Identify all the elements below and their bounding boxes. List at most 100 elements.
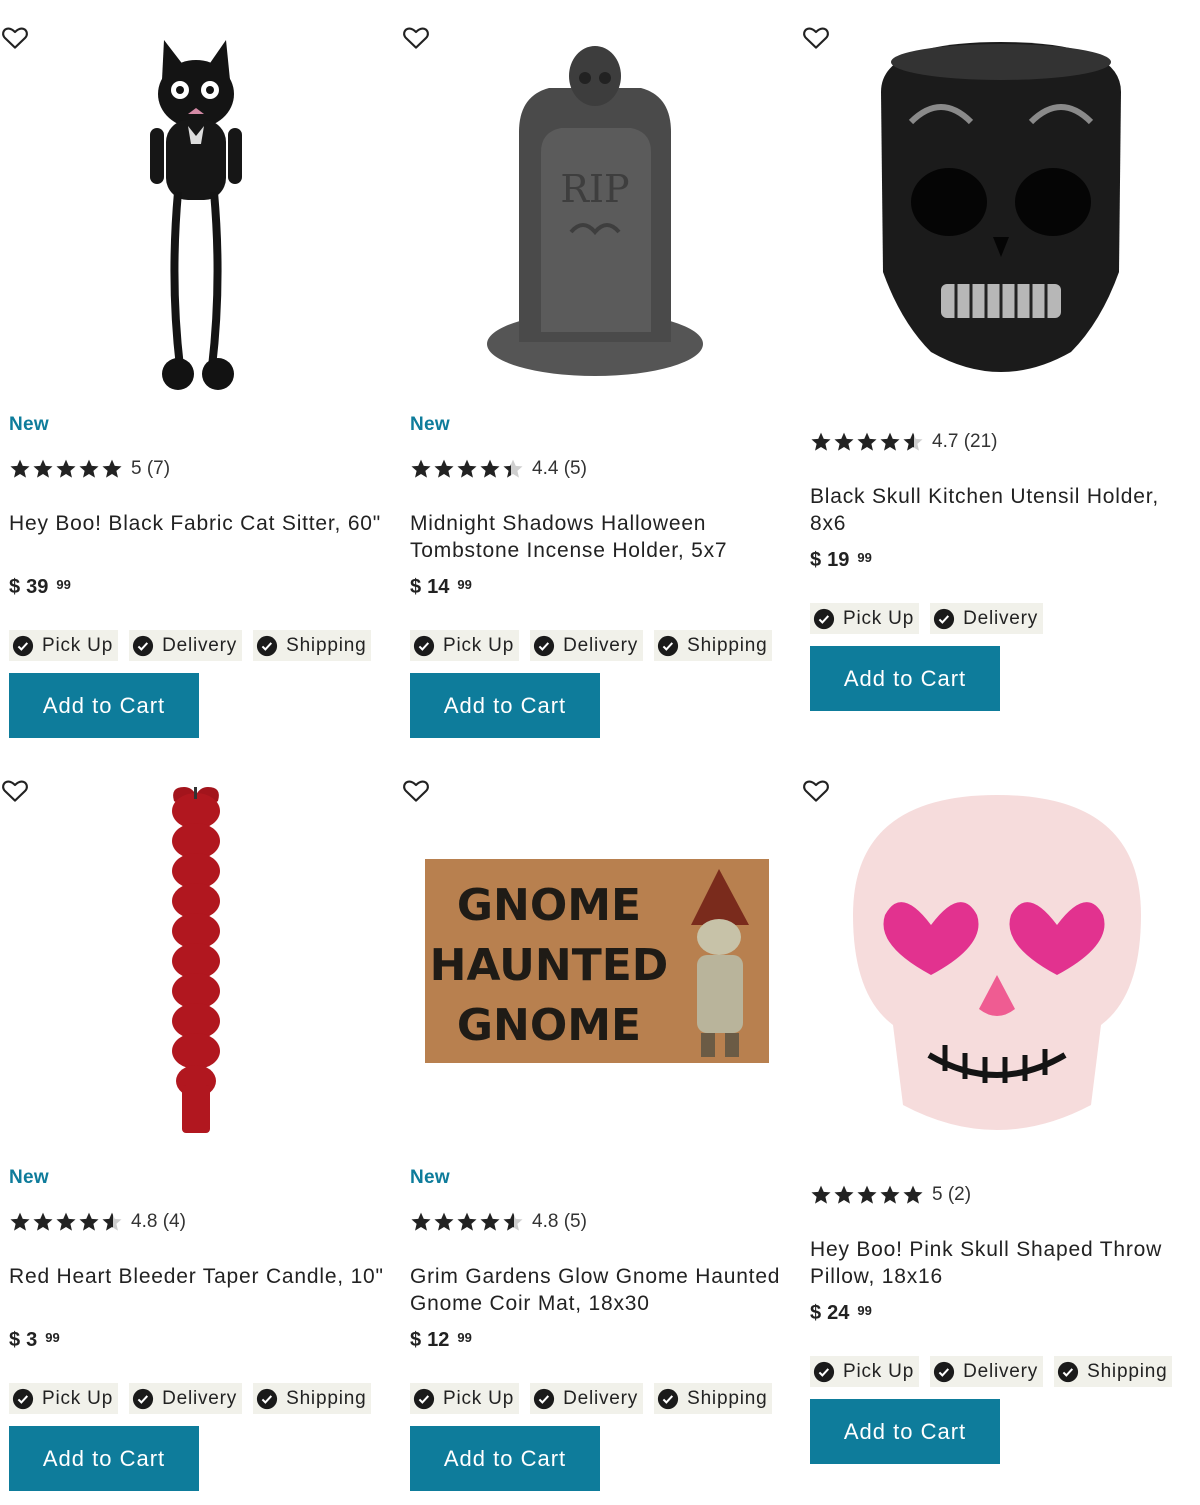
- star-icon: [903, 1185, 923, 1204]
- price-cents: 99: [457, 1330, 472, 1345]
- product-title[interactable]: Hey Boo! Pink Skull Shaped Throw Pillow,…: [810, 1236, 1186, 1290]
- price-dollars: 14: [427, 576, 450, 598]
- price-cents: 99: [457, 577, 472, 592]
- add-to-cart-button[interactable]: Add to Cart: [9, 673, 199, 738]
- rating-text: 5 (2): [932, 1184, 972, 1205]
- star-icon: [10, 459, 30, 478]
- product-image[interactable]: RIP: [401, 22, 786, 392]
- star-icon: [811, 1185, 831, 1204]
- star-icon: [834, 1185, 854, 1204]
- new-badge: New: [9, 1167, 49, 1188]
- heart-icon[interactable]: [401, 22, 431, 52]
- fulfillment-delivery: Delivery: [530, 1383, 644, 1414]
- fulfillment-options: Pick Up Delivery Shipping: [410, 1383, 786, 1414]
- price-currency: $: [410, 576, 422, 598]
- product-title[interactable]: Hey Boo! Black Fabric Cat Sitter, 60": [9, 510, 385, 564]
- product-title[interactable]: Black Skull Kitchen Utensil Holder, 8x6: [810, 483, 1186, 537]
- fulfillment-label: Shipping: [687, 634, 768, 656]
- star-icon: [480, 459, 500, 478]
- heart-icon[interactable]: [801, 22, 831, 52]
- check-circle-icon: [1058, 1361, 1079, 1382]
- star-icon: [434, 1212, 454, 1231]
- product-image[interactable]: [801, 22, 1186, 392]
- heart-icon[interactable]: [401, 775, 431, 805]
- rating-text: 4.8 (5): [532, 1211, 587, 1232]
- fulfillment-label: Delivery: [162, 1387, 238, 1409]
- gnome-coir-mat-image: GNOME HAUNTED GNOME: [425, 859, 769, 1063]
- fulfillment-options: Pick Up Delivery: [810, 603, 1186, 634]
- add-to-cart-button[interactable]: Add to Cart: [410, 673, 600, 738]
- star-icon: [857, 432, 877, 451]
- fulfillment-label: Shipping: [687, 1387, 768, 1409]
- price-cents: 99: [56, 577, 71, 592]
- heart-icon[interactable]: [801, 775, 831, 805]
- product-price: $ 39 99: [9, 576, 385, 604]
- fulfillment-delivery: Delivery: [930, 603, 1044, 634]
- star-rating-icon: [9, 458, 123, 480]
- price-currency: $: [9, 1329, 21, 1351]
- star-icon: [457, 1212, 477, 1231]
- star-icon: [56, 1212, 76, 1231]
- check-circle-icon: [533, 1388, 555, 1409]
- rating-text: 4.4 (5): [532, 458, 587, 479]
- star-icon: [102, 459, 122, 478]
- product-image[interactable]: [0, 22, 385, 392]
- price-dollars: 12: [427, 1329, 450, 1351]
- star-rating-icon: [410, 1211, 524, 1233]
- product-info: 4.7 (21) Black Skull Kitchen Utensil Hol…: [810, 414, 1186, 711]
- product-image[interactable]: GNOME HAUNTED GNOME: [401, 775, 786, 1145]
- product-title[interactable]: Grim Gardens Glow Gnome Haunted Gnome Co…: [410, 1263, 786, 1317]
- fulfillment-shipping: Shipping: [253, 1383, 372, 1414]
- price-cents: 99: [45, 1330, 60, 1345]
- add-to-cart-button[interactable]: Add to Cart: [9, 1426, 199, 1491]
- star-icon: [56, 459, 76, 478]
- fulfillment-label: Pick Up: [42, 1387, 114, 1409]
- fulfillment-delivery: Delivery: [930, 1356, 1044, 1387]
- fulfillment-options: Pick Up Delivery Shipping: [9, 1383, 385, 1414]
- check-circle-icon: [813, 608, 835, 629]
- fulfillment-shipping: Shipping: [1054, 1356, 1173, 1387]
- price-cents: 99: [857, 550, 872, 565]
- add-to-cart-button[interactable]: Add to Cart: [810, 1399, 1000, 1464]
- fulfillment-label: Pick Up: [42, 634, 114, 656]
- rating: 4.4 (5): [410, 456, 786, 482]
- fulfillment-label: Pick Up: [843, 1360, 915, 1382]
- product-info: New 5 (7) Hey Boo! Black Fabric Cat Sitt…: [9, 414, 385, 738]
- fulfillment-options: Pick Up Delivery Shipping: [9, 630, 385, 661]
- tombstone-incense-holder-image: RIP: [487, 46, 703, 376]
- check-circle-icon: [12, 635, 34, 656]
- star-icon: [411, 1212, 431, 1231]
- check-circle-icon: [533, 635, 555, 656]
- rating: 5 (7): [9, 456, 385, 482]
- product-price: $ 24 99: [810, 1302, 1186, 1330]
- fulfillment-label: Pick Up: [843, 607, 915, 629]
- pink-skull-pillow-image: [853, 795, 1141, 1130]
- check-circle-icon: [658, 1388, 679, 1409]
- check-circle-icon: [813, 1361, 835, 1382]
- product-title[interactable]: Red Heart Bleeder Taper Candle, 10": [9, 1263, 385, 1317]
- svg-text:RIP: RIP: [560, 167, 629, 211]
- add-to-cart-button[interactable]: Add to Cart: [810, 646, 1000, 711]
- new-badge: New: [410, 1167, 450, 1188]
- check-circle-icon: [132, 635, 154, 656]
- fulfillment-label: Delivery: [963, 1360, 1039, 1382]
- heart-icon[interactable]: [0, 22, 30, 52]
- product-image[interactable]: [0, 775, 385, 1145]
- fulfillment-pickup: Pick Up: [9, 630, 119, 661]
- product-price: $ 3 99: [9, 1329, 385, 1357]
- star-icon: [33, 459, 53, 478]
- mat-text-line-1: GNOME: [457, 880, 641, 931]
- fulfillment-label: Shipping: [286, 634, 367, 656]
- product-image[interactable]: [801, 775, 1186, 1145]
- star-icon: [503, 459, 523, 478]
- product-grid: New 5 (7) Hey Boo! Black Fabric Cat Sitt…: [0, 0, 1200, 1505]
- price-dollars: 3: [26, 1329, 38, 1351]
- check-circle-icon: [658, 635, 679, 656]
- product-title[interactable]: Midnight Shadows Halloween Tombstone Inc…: [410, 510, 786, 564]
- price-dollars: 19: [827, 549, 850, 571]
- fulfillment-label: Delivery: [563, 634, 639, 656]
- new-badge: New: [410, 414, 450, 435]
- heart-icon[interactable]: [0, 775, 30, 805]
- rating-text: 5 (7): [131, 458, 171, 479]
- add-to-cart-button[interactable]: Add to Cart: [410, 1426, 600, 1491]
